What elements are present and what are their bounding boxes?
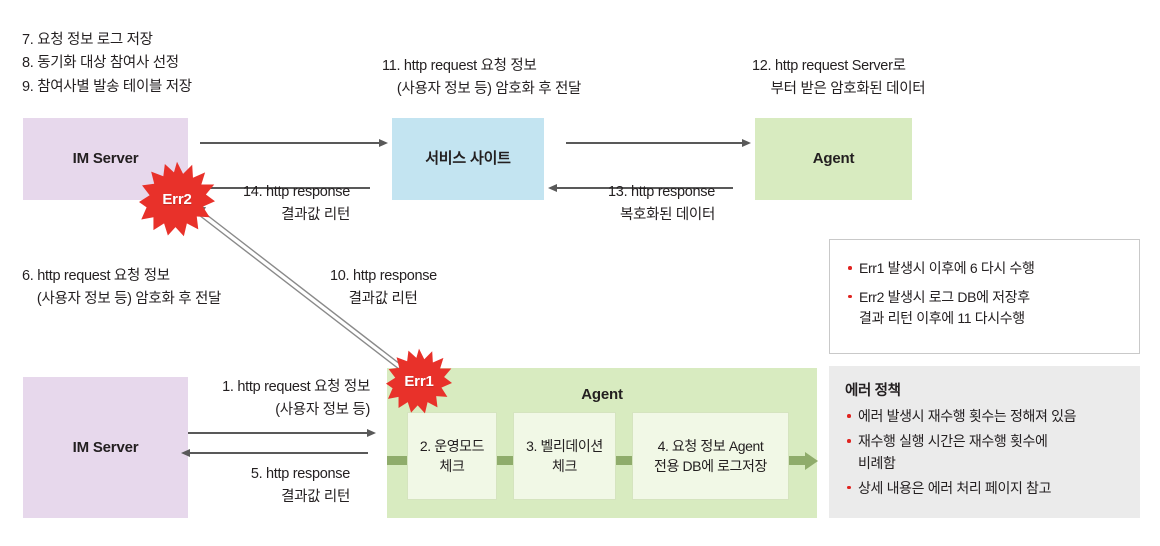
node-im-server-bottom: IM Server	[23, 377, 188, 518]
arrow-line-im-to-agent	[188, 432, 368, 434]
agent-step-2: 3. 벨리데이션 체크	[513, 412, 616, 500]
node-service-site: 서비스 사이트	[392, 118, 544, 200]
error-policy-item: 상세 내용은 에러 처리 페이지 참고	[845, 478, 1126, 500]
error-note-list: Err1 발생시 이후에 6 다시 수행 Err2 발생시 로그 DB에 저장후…	[846, 258, 1123, 330]
note-step-14: 14. http response 결과값 리턴	[243, 184, 350, 224]
err2-label: Err2	[162, 190, 192, 208]
arrow-line-agent-to-im	[188, 452, 368, 454]
note-steps-7-8-9: 7. 요청 정보 로그 저장 8. 동기화 대상 참여사 선정 9. 참여사별 …	[22, 32, 192, 95]
node-im-server-bottom-label: IM Server	[72, 438, 139, 456]
node-agent-top: Agent	[755, 118, 912, 200]
note-step-6: 6. http request 요청 정보 (사용자 정보 등) 암호화 후 전…	[22, 268, 222, 308]
arrow-head-im-to-agent	[367, 428, 376, 437]
note-step-5: 5. http response 결과값 리턴	[250, 466, 350, 506]
err2-burst-badge: Err2	[131, 161, 223, 237]
arrow-head-im-to-site	[379, 138, 388, 147]
note-step-11: 11. http request 요청 정보 (사용자 정보 등) 암호화 후 …	[382, 58, 582, 98]
arrow-head-site-to-agent	[742, 138, 751, 147]
node-im-server-top-label: IM Server	[72, 150, 139, 168]
pipeline-connector-2	[616, 456, 632, 465]
note-step-12: 12. http request Server로 부터 받은 암호화된 데이터	[752, 58, 926, 98]
arrow-head-agent-to-im	[181, 448, 190, 457]
agent-step-1: 2. 운영모드 체크	[407, 412, 497, 500]
error-note-item: Err2 발생시 로그 DB에 저장후 결과 리턴 이후에 11 다시수행	[846, 287, 1123, 330]
pipeline-connector-1	[497, 456, 513, 465]
note-step-13: 13. http response 복호화된 데이터	[608, 184, 715, 224]
arrow-line-im-to-site	[200, 142, 380, 144]
arrow-head-agent-to-site	[548, 183, 557, 192]
err1-burst-badge: Err1	[379, 348, 459, 414]
error-policy-title: 에러 정책	[845, 383, 901, 399]
error-policy-item: 재수행 실행 시간은 재수행 횟수에 비례함	[845, 431, 1126, 474]
error-note-item: Err1 발생시 이후에 6 다시 수행	[846, 258, 1123, 280]
pipeline-connector-end	[789, 456, 805, 465]
agent-step-3: 4. 요청 정보 Agent 전용 DB에 로그저장	[632, 412, 789, 500]
err1-label: Err1	[404, 372, 434, 390]
error-note-panel: Err1 발생시 이후에 6 다시 수행 Err2 발생시 로그 DB에 저장후…	[829, 239, 1140, 354]
node-agent-top-label: Agent	[812, 150, 855, 168]
note-step-1: 1. http request 요청 정보 (사용자 정보 등)	[222, 379, 370, 419]
error-policy-list: 에러 발생시 재수행 횟수는 정해져 있음 재수행 실행 시간은 재수행 횟수에…	[845, 406, 1126, 499]
pipeline-arrow-head	[805, 451, 818, 470]
error-policy-item: 에러 발생시 재수행 횟수는 정해져 있음	[845, 406, 1126, 428]
diagram-canvas: 7. 요청 정보 로그 저장 8. 동기화 대상 참여사 선정 9. 참여사별 …	[0, 0, 1160, 546]
error-policy-panel: 에러 정책 에러 발생시 재수행 횟수는 정해져 있음 재수행 실행 시간은 재…	[829, 366, 1140, 518]
arrow-line-site-to-agent	[566, 142, 743, 144]
pipeline-connector-start	[387, 456, 407, 465]
note-step-10: 10. http response 결과값 리턴	[330, 268, 437, 308]
node-service-site-label: 서비스 사이트	[425, 150, 511, 168]
